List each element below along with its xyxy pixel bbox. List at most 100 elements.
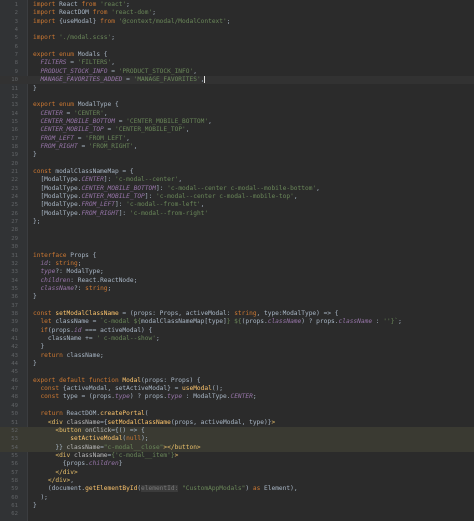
line-number: 57 [11,469,18,476]
code-line[interactable]: 18 FROM_RIGHT = 'FROM_RIGHT', [0,143,474,151]
code-line[interactable]: 35 className?: string; [0,285,474,293]
code-token: setActiveModal [70,435,123,443]
code-text: return ReactDOM.createPortal( [33,410,148,418]
code-line[interactable]: 9 PRODUCT_STOCK_INFO = 'PRODUCT_STOCK_IN… [0,68,474,76]
line-number: 32 [11,260,18,267]
code-line[interactable]: 31 interface Props { [0,252,474,260]
code-line[interactable]: 14 CENTER = 'CENTER', [0,110,474,118]
code-line[interactable]: 59 (document.getElementById(elementId: "… [0,485,474,493]
code-line[interactable]: 44} [0,360,474,368]
code-line[interactable]: 5 import './modal.scss'; [0,34,474,42]
code-token: , [111,59,115,67]
code-line[interactable]: 61} [0,502,474,510]
code-line[interactable]: 11} [0,85,474,93]
code-line[interactable]: 57 </div> [0,469,474,477]
code-line[interactable]: 26 [ModalType.FROM_RIGHT]: 'c-modal--fro… [0,210,474,218]
code-token: React [59,1,82,8]
code-line[interactable]: 12 [0,93,474,101]
code-line[interactable]: 23 [ModalType.CENTER_MOBILE_BOTTOM]: 'c-… [0,185,474,193]
code-line[interactable]: 34 children: React.ReactNode; [0,277,474,285]
code-token: setModalClassName [107,418,171,426]
code-token: className [338,318,373,326]
code-line[interactable]: 50 return ReactDOM.createPortal( [0,410,474,418]
code-line[interactable]: 43 return className; [0,352,474,360]
code-line[interactable]: 8 FILTERS = 'FILTERS', [0,59,474,67]
line-number: 5 [14,35,18,42]
code-line[interactable]: 4 [0,26,474,34]
code-token: FROM_RIGHT [81,209,119,217]
code-line[interactable]: 21 const modalClassNameMap = { [0,168,474,176]
code-token: ; [107,284,112,292]
code-token: 'react' [100,1,127,8]
line-number: 48 [11,394,18,401]
code-token: CENTER_MOBILE_TOP [40,126,104,134]
line-number: 16 [11,127,18,134]
code-line[interactable]: 32 id: string; [0,260,474,268]
code-line[interactable]: 53 setActiveModal(null); [0,435,474,444]
code-line[interactable]: 15 CENTER_MOBILE_BOTTOM = 'CENTER_MOBILE… [0,118,474,126]
code-line[interactable]: 13 export enum ModalType { [0,101,474,109]
code-token: CENTER_MOBILE_BOTTOM [81,184,156,192]
code-line[interactable]: 55 <div className={'c-modal__item'}> [0,452,474,460]
code-token: type = (props. [62,393,115,401]
code-token: = [103,126,115,134]
line-number: 34 [11,277,18,284]
code-line[interactable]: 29 [0,235,474,243]
code-line[interactable]: 7 export enum Modals { [0,51,474,59]
code-line[interactable]: 40 if(props.id === activeModal) { [0,327,474,335]
code-text: FROM_RIGHT = 'FROM_RIGHT', [33,143,137,151]
code-line[interactable]: 37 [0,302,474,310]
code-token: 'c-modal--from-left' [126,201,201,209]
code-text: const type = (props.type) ? props.type :… [33,393,256,401]
code-line[interactable]: 56 {props.children} [0,460,474,468]
code-text: import ReactDOM from 'react-dom'; [33,9,156,17]
code-line[interactable]: 22 [ModalType.CENTER]: 'c-modal--center'… [0,176,474,184]
code-text: } [33,343,44,351]
code-line[interactable]: 6 [0,43,474,51]
code-token: useModal [182,385,212,393]
code-line[interactable]: 16 CENTER_MOBILE_TOP = 'CENTER_MOBILE_TO… [0,126,474,134]
code-line[interactable]: 36} [0,293,474,301]
code-line[interactable]: 60 ); [0,494,474,502]
code-line[interactable]: 62 [0,510,474,518]
code-token: </div> [47,476,71,484]
code-line[interactable]: 24 [ModalType.CENTER_MOBILE_TOP]: 'c-mod… [0,193,474,201]
code-line[interactable]: 3 import {useModal} from '@context/modal/… [0,18,474,26]
code-token: className [40,284,74,292]
code-line[interactable]: 48 const type = (props.type) ? props.typ… [0,393,474,401]
code-line[interactable]: 46 export default function Modal(props: P… [0,377,474,385]
code-line[interactable]: 25 [ModalType.FROM_LEFT]: 'c-modal--from… [0,201,474,209]
code-line[interactable]: 27}; [0,218,474,226]
code-token: : [372,318,384,326]
code-token: ); [141,435,149,443]
code-token: } [33,293,37,301]
code-line[interactable]: 51 <div className={setModalClassName(pro… [0,419,474,427]
code-line[interactable]: 2 import ReactDOM from 'react-dom'; [0,9,474,17]
code-token: ) [245,485,253,493]
code-line[interactable]: 54 }} className="c-modal__close"></butto… [0,443,474,452]
code-line[interactable]: 58 </div>, [0,477,474,485]
code-line[interactable]: 33 type?: ModalType; [0,268,474,276]
code-line[interactable]: 17 FROM_LEFT = 'FROM_LEFT', [0,135,474,143]
code-token: import [33,1,60,8]
code-editor[interactable]: 1 import React from 'react'; 2 import React… [0,0,474,521]
code-line[interactable]: 19} [0,151,474,159]
code-token: from [81,1,101,8]
code-line[interactable]: 49 [0,402,474,410]
code-line[interactable]: 10 MANAGE_FAVORITES_ADDED = 'MANAGE_FAVO… [0,76,474,85]
code-line[interactable]: 20 [0,160,474,168]
code-line[interactable]: 28 [0,226,474,234]
code-token: {activeModal, setActiveModal} = [62,385,183,393]
code-line[interactable]: 39 let className = `c-modal ${modalClass… [0,318,474,326]
code-token: getElementById [85,485,138,493]
line-number: 55 [11,452,18,459]
code-line[interactable]: 42 } [0,343,474,351]
code-line[interactable]: 52 <button onClick={() => { [0,426,474,436]
code-line[interactable]: 30 [0,243,474,251]
code-line[interactable]: 1 import React from 'react'; [0,1,474,9]
code-line[interactable]: 41 className += ' c-modal--show'; [0,335,474,343]
code-token: "CustomAppModals" [182,485,246,493]
code-token: 'FROM_RIGHT' [88,142,134,150]
code-token: ={() => { [111,426,145,434]
code-line[interactable]: 45 [0,368,474,376]
